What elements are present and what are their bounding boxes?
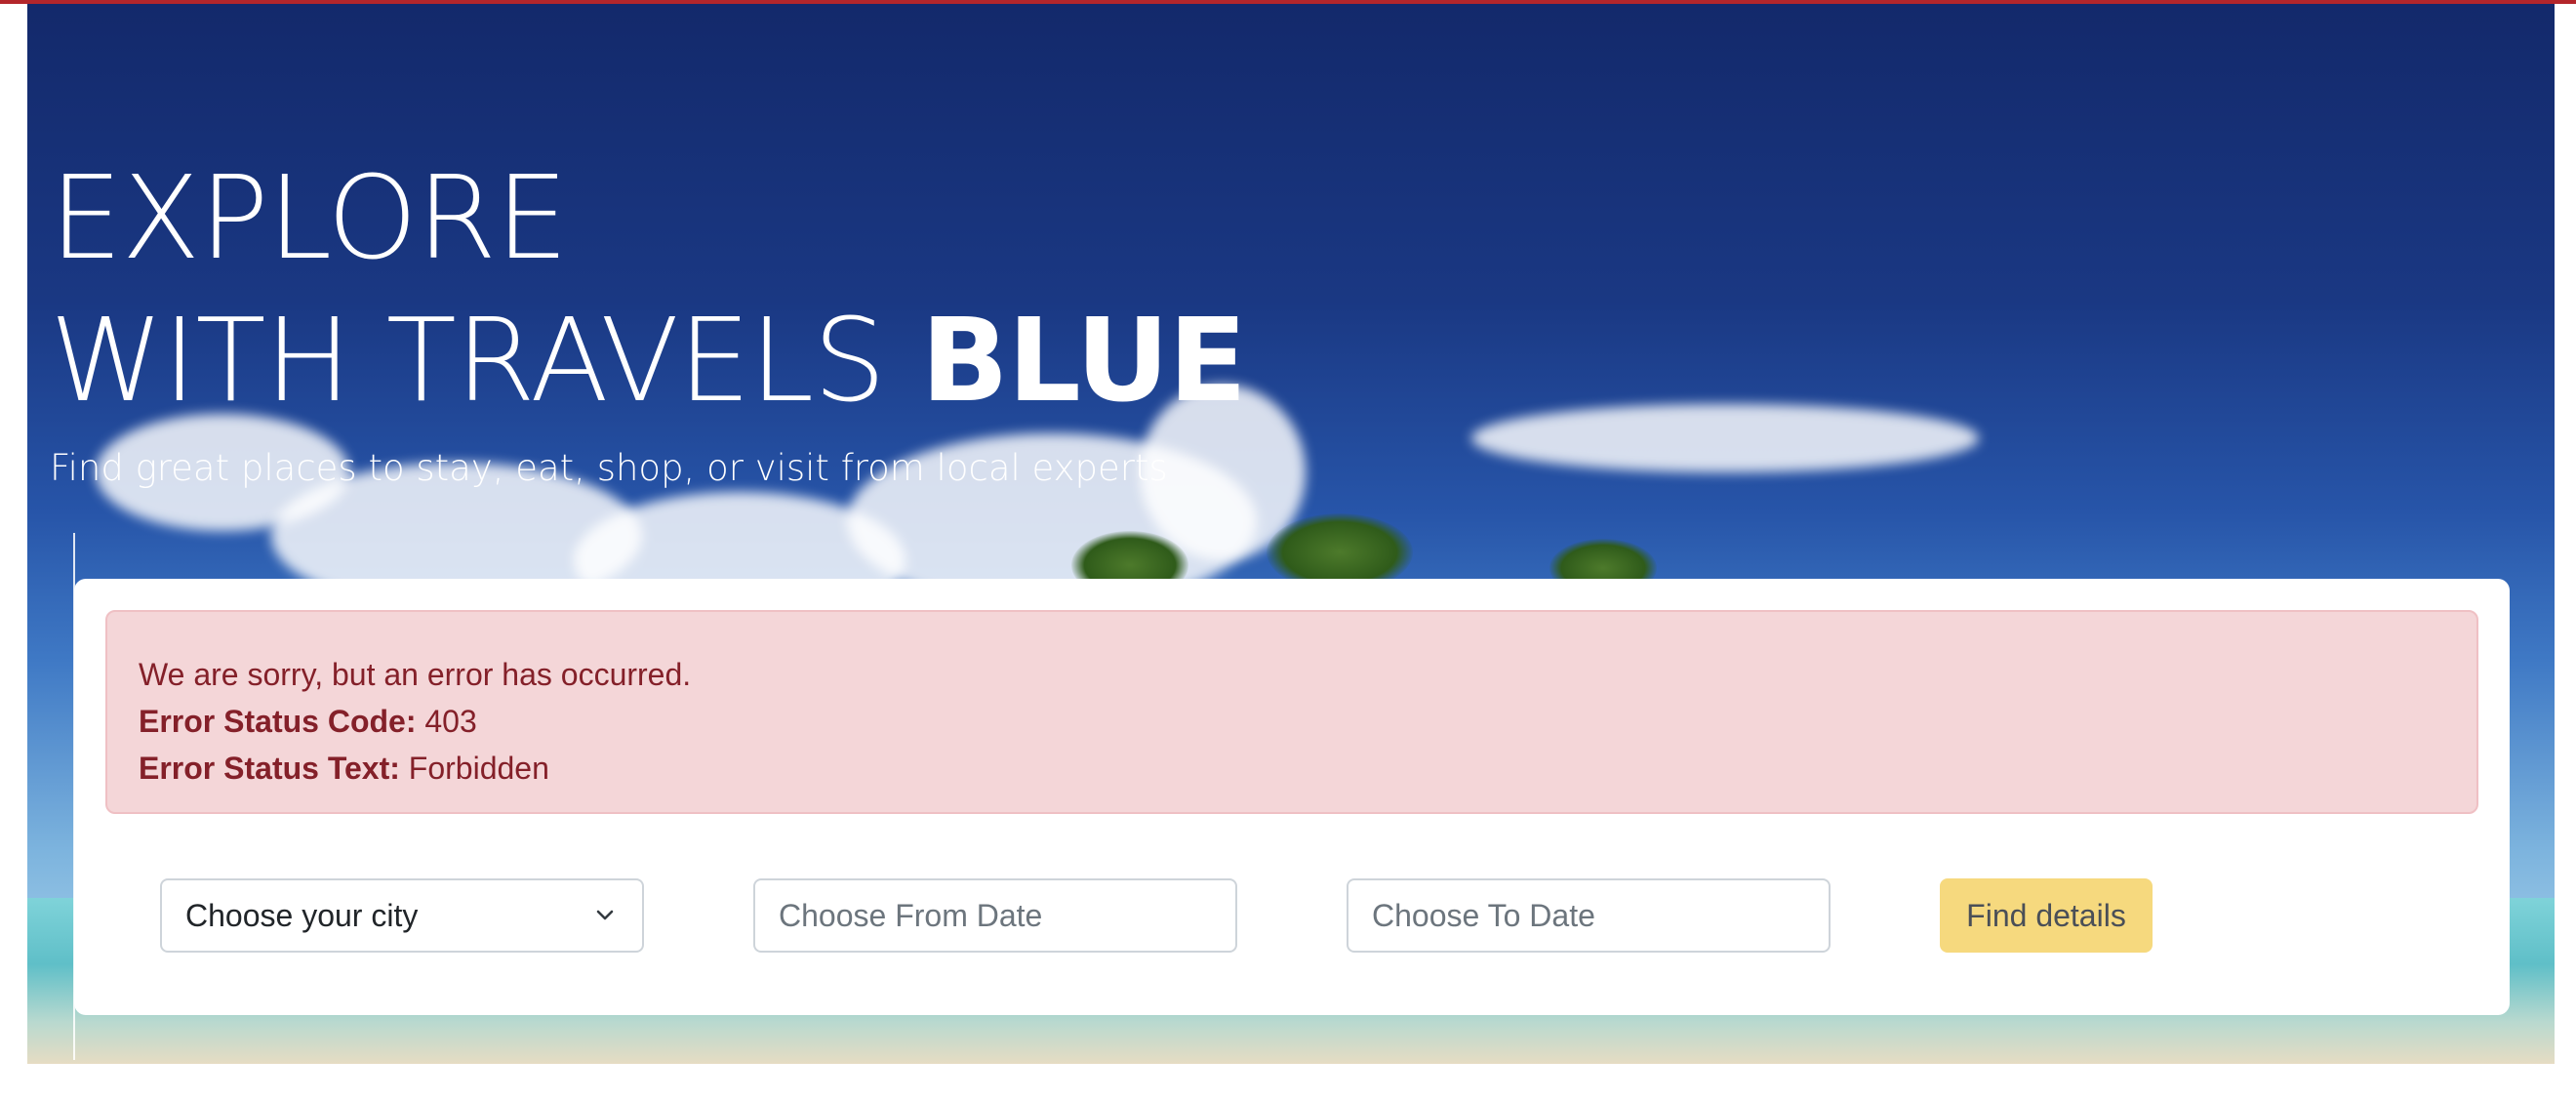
chevron-down-icon [596,910,614,920]
hero-title-line-2: WITH TRAVELS BLUE [50,289,1247,431]
error-status-code-label: Error Status Code: [139,704,417,739]
background-cloud [1471,404,1979,472]
hero-title-line-1: EXPLORE [50,150,569,285]
to-date-placeholder: Choose To Date [1372,897,1595,933]
hero-subtitle: Find great places to stay, eat, shop, or… [50,447,1168,489]
error-alert: We are sorry, but an error has occurred.… [105,610,2478,814]
to-date-input[interactable]: Choose To Date [1347,878,1831,953]
error-message: We are sorry, but an error has occurred. [139,657,692,692]
error-status-text-value: Forbidden [408,751,549,786]
search-controls: Choose your city Choose From Date Choose… [160,878,2463,953]
error-status-text-row: Error Status Text: Forbidden [139,745,2445,792]
hero-title: EXPLORE WITH TRAVELS BLUE [50,146,1247,431]
error-status-code-value: 403 [424,704,477,739]
from-date-input[interactable]: Choose From Date [753,878,1237,953]
find-details-button[interactable]: Find details [1940,878,2153,953]
city-select[interactable]: Choose your city [160,878,644,953]
error-status-code-row: Error Status Code: 403 [139,698,2445,745]
hero-title-brand: BLUE [920,293,1247,427]
from-date-placeholder: Choose From Date [779,897,1043,933]
city-select-value: Choose your city [185,897,419,933]
hero-title-prefix: WITH TRAVELS [50,293,921,427]
search-panel: We are sorry, but an error has occurred.… [74,579,2510,1015]
error-status-text-label: Error Status Text: [139,751,400,786]
